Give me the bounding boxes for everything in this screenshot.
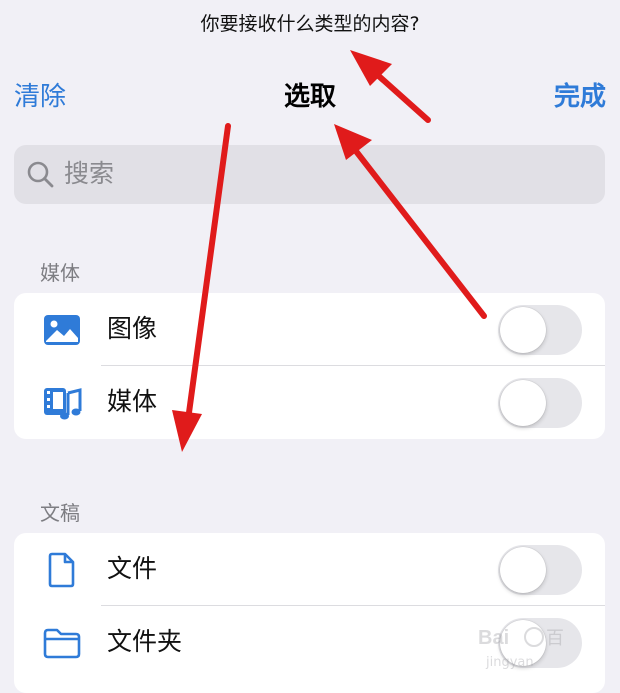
file-toggle[interactable]	[498, 545, 582, 595]
list-item-label: 图像	[107, 314, 158, 343]
prompt-text: 你要接收什么类型的内容?	[200, 13, 420, 35]
arrowhead-prompt	[350, 50, 392, 86]
toggle-knob	[500, 307, 546, 353]
svg-text:jingyan: jingyan	[485, 655, 534, 670]
search-field[interactable]: 搜索	[14, 145, 605, 204]
list-item-image: 图像	[14, 293, 605, 366]
search-placeholder: 搜索	[64, 159, 115, 188]
svg-text:Bai: Bai	[478, 627, 509, 649]
folder-icon	[43, 628, 81, 659]
image-toggle[interactable]	[498, 305, 582, 355]
document-icon	[48, 552, 75, 588]
toggle-knob	[500, 547, 546, 593]
svg-text:百: 百	[546, 628, 564, 648]
arrow-to-prompt	[369, 67, 431, 123]
list-item-label: 文件夹	[107, 627, 183, 656]
baidu-watermark-logo: Bai 百 jingyan	[478, 627, 564, 670]
search-icon	[27, 161, 54, 188]
page-title: 选取	[283, 82, 336, 112]
section-header-media: 媒体	[40, 261, 80, 285]
media-group: 图像 媒体	[14, 293, 605, 439]
section-header-documents: 文稿	[40, 501, 80, 525]
list-item-media: 媒体	[14, 366, 605, 439]
done-button[interactable]: 完成	[554, 80, 606, 114]
media-icon	[44, 388, 82, 420]
list-item-file: 文件	[14, 533, 605, 606]
list-item-label: 媒体	[107, 387, 158, 416]
photo-icon	[44, 315, 80, 345]
list-item-label: 文件	[107, 554, 158, 583]
toggle-knob	[500, 380, 546, 426]
clear-button[interactable]: 清除	[14, 80, 66, 114]
media-toggle[interactable]	[498, 378, 582, 428]
